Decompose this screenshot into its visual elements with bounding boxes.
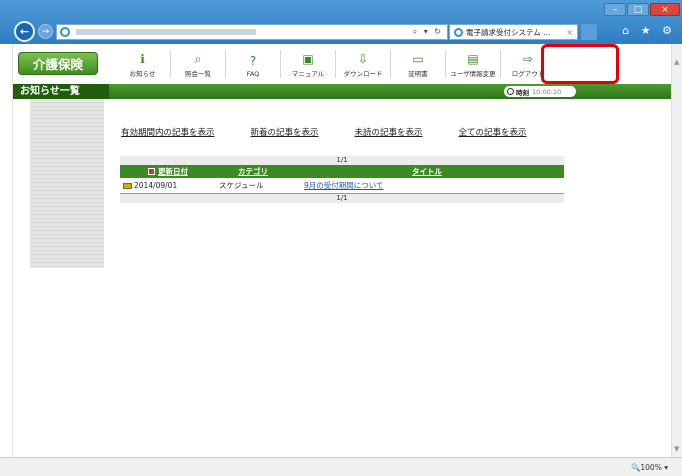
address-tools[interactable]: ⌕ ▾ ↻ — [413, 27, 443, 37]
clock-label: 時刻 — [516, 88, 529, 97]
browser-toolbar-icons[interactable]: ⌂ ★ ⚙ — [622, 24, 676, 37]
mail-icon — [123, 182, 132, 189]
row-date-cell: 2014/09/01 — [120, 178, 216, 194]
clock-icon — [507, 88, 514, 95]
filter-all-link[interactable]: 全ての記事を表示 — [459, 126, 527, 138]
certificate-icon: ▭ — [412, 52, 424, 66]
inquiry-list-button[interactable]: ⌕ 照会一覧 — [170, 50, 225, 78]
kaigo-hoken-logo: 介護保険 — [18, 52, 98, 75]
left-edge — [0, 44, 13, 457]
zoom-level: 100% — [640, 463, 662, 472]
certificate-button[interactable]: ▭ 証明書 — [390, 50, 445, 78]
forward-button[interactable]: → — [38, 24, 53, 39]
app-header: 介護保険 ℹ お知らせ ⌕ 照会一覧 ? FAQ ▣ マニュアル ⇩ ダウンロー… — [13, 44, 671, 84]
sort-desc-icon — [148, 168, 155, 175]
tab-title: 電子請求受付システム ... — [466, 27, 551, 37]
minimize-button[interactable]: – — [604, 3, 626, 16]
notice-title-link[interactable]: 9月の受付期間について — [304, 181, 384, 190]
row-category-cell: スケジュール — [216, 178, 290, 194]
download-label: ダウンロード — [343, 70, 383, 78]
notice-table: 更新日付 カテゴリ タイトル 2014/09/01 スケジュール 9月の受付期間… — [120, 165, 564, 194]
page-title-bar: お知らせ一覧 時刻 10:00:10 — [13, 84, 671, 99]
site-favicon-icon — [454, 27, 463, 37]
table-header-row: 更新日付 カテゴリ タイトル — [120, 165, 564, 178]
faq-icon: ? — [249, 54, 257, 68]
maximize-button[interactable]: □ — [627, 3, 649, 16]
tab-close-icon[interactable]: × — [566, 28, 573, 37]
main-content: 有効期間内の記事を表示 新着の記事を表示 未読の記事を表示 全ての記事を表示 1… — [13, 99, 671, 457]
back-button[interactable]: ← — [14, 21, 35, 42]
faq-button[interactable]: ? FAQ — [225, 50, 280, 78]
user-info-icon: ▤ — [467, 52, 479, 66]
status-bar: 🔍100% ▾ — [0, 457, 682, 476]
faq-label: FAQ — [246, 70, 260, 78]
filter-new-link[interactable]: 新着の記事を表示 — [251, 126, 319, 138]
column-header-category[interactable]: カテゴリ — [216, 165, 290, 178]
clock-value: 10:00:10 — [532, 87, 562, 96]
inquiry-list-label: 照会一覧 — [185, 70, 211, 78]
ie-logo-icon — [60, 27, 70, 37]
browser-tab[interactable]: 電子請求受付システム ... × — [449, 24, 578, 40]
pager-bottom: 1/1 — [120, 193, 564, 203]
user-info-button[interactable]: ▤ ユーザ情報変更 — [445, 50, 500, 78]
manual-icon: ▣ — [302, 52, 314, 66]
manual-button[interactable]: ▣ マニュアル — [280, 50, 335, 78]
table-row: 2014/09/01 スケジュール 9月の受付期間について — [120, 178, 564, 194]
zoom-icon: 🔍 — [631, 463, 641, 472]
notice-label: お知らせ — [129, 70, 156, 78]
vertical-scrollbar[interactable]: ▲ ▼ — [671, 44, 682, 457]
notice-button[interactable]: ℹ お知らせ — [115, 50, 170, 78]
scroll-up-icon[interactable]: ▲ — [674, 58, 679, 66]
manual-label: マニュアル — [291, 70, 325, 78]
logout-icon: ⇨ — [522, 52, 534, 66]
filter-valid-period-link[interactable]: 有効期間内の記事を表示 — [121, 126, 215, 138]
notice-table-wrapper: 1/1 更新日付 カテゴリ タイトル 2014/09/01 スケジュール 9月の… — [120, 156, 564, 203]
certificate-label: 証明書 — [408, 70, 428, 78]
browser-chrome: – □ × ← → ⌕ ▾ ↻ 電子請求受付システム ... × ⌂ ★ ⚙ — [0, 0, 682, 44]
url-text-redacted — [76, 29, 256, 35]
download-icon: ⇩ — [357, 52, 369, 66]
clock-badge: 時刻 10:00:10 — [504, 86, 576, 97]
info-icon: ℹ — [140, 52, 145, 66]
main-toolbar: ℹ お知らせ ⌕ 照会一覧 ? FAQ ▣ マニュアル ⇩ ダウンロード ▭ 証… — [115, 50, 555, 78]
close-window-button[interactable]: × — [650, 3, 680, 16]
column-header-title[interactable]: タイトル — [290, 165, 564, 178]
logout-label: ログアウト — [511, 70, 545, 78]
row-title-cell: 9月の受付期間について — [290, 178, 564, 194]
filter-unread-link[interactable]: 未読の記事を表示 — [355, 126, 423, 138]
pager-top: 1/1 — [120, 156, 564, 165]
logout-highlight-box — [541, 44, 619, 84]
left-nav-panel — [30, 99, 104, 268]
page-title: お知らせ一覧 — [13, 84, 109, 99]
address-bar[interactable]: ⌕ ▾ ↻ — [56, 24, 448, 40]
new-tab-button[interactable] — [581, 24, 597, 40]
zoom-control[interactable]: 🔍100% ▾ — [631, 463, 668, 472]
search-icon: ⌕ — [194, 52, 202, 66]
user-info-label: ユーザ情報変更 — [450, 70, 496, 78]
article-filters: 有効期間内の記事を表示 新着の記事を表示 未読の記事を表示 全ての記事を表示 — [121, 126, 527, 138]
window-controls: – □ × — [604, 3, 680, 16]
column-header-date[interactable]: 更新日付 — [120, 165, 216, 178]
scroll-down-icon[interactable]: ▼ — [674, 445, 679, 453]
download-button[interactable]: ⇩ ダウンロード — [335, 50, 390, 78]
